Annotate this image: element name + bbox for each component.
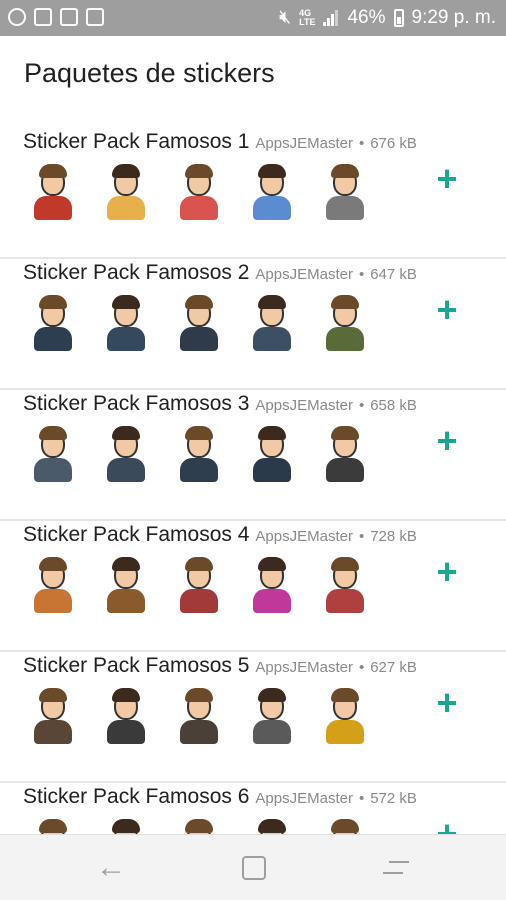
- pack-header: Sticker Pack Famosos 5 AppsJEMaster • 627 k…: [23, 654, 417, 678]
- pack-name: Sticker Pack Famosos 4: [23, 523, 250, 546]
- pack-publisher: AppsJEMaster: [255, 659, 353, 676]
- pack-name: Sticker Pack Famosos 6: [23, 785, 250, 808]
- pack-meta: AppsJEMaster • 647 kB: [255, 266, 417, 283]
- pack-name: Sticker Pack Famosos 3: [23, 392, 250, 415]
- add-pack-button[interactable]: +: [432, 554, 462, 590]
- sticker-preview-strip: [28, 424, 370, 482]
- pack-meta: AppsJEMaster • 572 kB: [255, 790, 417, 807]
- notification-icons: [8, 8, 104, 26]
- separator: •: [358, 135, 365, 152]
- sticker-thumbnail: [28, 686, 78, 744]
- sticker-pack-row[interactable]: Sticker Pack Famosos 2 AppsJEMaster • 647 k…: [0, 259, 506, 390]
- add-pack-button[interactable]: +: [432, 161, 462, 197]
- home-icon[interactable]: [242, 856, 266, 880]
- gallery-icon: [86, 8, 104, 26]
- sticker-thumbnail: [320, 686, 370, 744]
- pinterest-icon: [8, 8, 26, 26]
- recent-apps-icon[interactable]: [383, 855, 409, 881]
- pack-publisher: AppsJEMaster: [255, 135, 353, 152]
- sticker-pack-row[interactable]: Sticker Pack Famosos 4 AppsJEMaster • 728 k…: [0, 521, 506, 652]
- pack-publisher: AppsJEMaster: [255, 397, 353, 414]
- battery-percent: 46%: [347, 7, 386, 28]
- separator: •: [358, 528, 365, 545]
- sticker-thumbnail: [247, 162, 297, 220]
- signal-icon: [323, 10, 339, 26]
- network-type: 4G LTE: [299, 8, 316, 27]
- pack-header: Sticker Pack Famosos 6 AppsJEMaster • 572 k…: [23, 785, 417, 809]
- pack-meta: AppsJEMaster • 676 kB: [255, 135, 417, 152]
- sticker-thumbnail: [247, 293, 297, 351]
- sticker-thumbnail: [174, 293, 224, 351]
- pack-size: 627 kB: [370, 659, 417, 676]
- sticker-thumbnail: [174, 424, 224, 482]
- system-icons: 🔇︎ 4G LTE 46% 9:29 p. m.: [279, 7, 496, 29]
- separator: •: [358, 266, 365, 283]
- sticker-preview-strip: [28, 162, 370, 220]
- separator: •: [358, 659, 365, 676]
- pack-size: 728 kB: [370, 528, 417, 545]
- pack-size: 572 kB: [370, 790, 417, 807]
- sticker-thumbnail: [320, 293, 370, 351]
- pack-header: Sticker Pack Famosos 2 AppsJEMaster • 647 k…: [23, 261, 417, 285]
- sticker-thumbnail: [247, 424, 297, 482]
- pack-header: Sticker Pack Famosos 3 AppsJEMaster • 658 k…: [23, 392, 417, 416]
- translate-icon: [60, 8, 78, 26]
- mute-icon: 🔇︎: [279, 7, 292, 28]
- sticker-thumbnail: [174, 686, 224, 744]
- pack-size: 658 kB: [370, 397, 417, 414]
- sticker-thumbnail: [28, 162, 78, 220]
- sticker-preview-strip: [28, 555, 370, 613]
- pack-header: Sticker Pack Famosos 4 AppsJEMaster • 728 k…: [23, 523, 417, 547]
- pack-name: Sticker Pack Famosos 5: [23, 654, 250, 677]
- separator: •: [358, 397, 365, 414]
- sticker-thumbnail: [101, 555, 151, 613]
- add-pack-button[interactable]: +: [432, 292, 462, 328]
- clock: 9:29 p. m.: [411, 7, 497, 28]
- pack-publisher: AppsJEMaster: [255, 790, 353, 807]
- sticker-preview-strip: [28, 686, 370, 744]
- sticker-thumbnail: [101, 686, 151, 744]
- pack-name: Sticker Pack Famosos 1: [23, 130, 250, 153]
- pack-header: Sticker Pack Famosos 1 AppsJEMaster • 676 k…: [23, 130, 417, 154]
- add-pack-button[interactable]: +: [432, 423, 462, 459]
- navigation-bar: ←: [0, 834, 506, 900]
- sticker-thumbnail: [320, 424, 370, 482]
- pack-publisher: AppsJEMaster: [255, 528, 353, 545]
- pack-size: 676 kB: [370, 135, 417, 152]
- pack-meta: AppsJEMaster • 627 kB: [255, 659, 417, 676]
- sticker-thumbnail: [320, 555, 370, 613]
- sticker-thumbnail: [174, 162, 224, 220]
- sticker-thumbnail: [28, 555, 78, 613]
- pack-name: Sticker Pack Famosos 2: [23, 261, 250, 284]
- pack-meta: AppsJEMaster • 658 kB: [255, 397, 417, 414]
- back-icon[interactable]: ←: [96, 853, 126, 883]
- sticker-thumbnail: [28, 424, 78, 482]
- sticker-pack-row[interactable]: Sticker Pack Famosos 3 AppsJEMaster • 658 k…: [0, 390, 506, 521]
- pack-meta: AppsJEMaster • 728 kB: [255, 528, 417, 545]
- sticker-pack-row[interactable]: Sticker Pack Famosos 5 AppsJEMaster • 627 k…: [0, 652, 506, 783]
- pack-publisher: AppsJEMaster: [255, 266, 353, 283]
- page-title: Paquetes de stickers: [24, 58, 275, 88]
- sticker-thumbnail: [174, 555, 224, 613]
- battery-icon: [393, 9, 404, 27]
- sticker-thumbnail: [101, 162, 151, 220]
- add-pack-button[interactable]: +: [432, 685, 462, 721]
- sticker-pack-row[interactable]: Sticker Pack Famosos 1 AppsJEMaster • 676 k…: [0, 128, 506, 259]
- sticker-thumbnail: [247, 555, 297, 613]
- sticker-thumbnail: [28, 293, 78, 351]
- pack-size: 647 kB: [370, 266, 417, 283]
- sticker-thumbnail: [320, 162, 370, 220]
- sticker-thumbnail: [101, 424, 151, 482]
- sticker-preview-strip: [28, 293, 370, 351]
- sticker-thumbnail: [101, 293, 151, 351]
- wifi-icon: [34, 8, 52, 26]
- sticker-thumbnail: [247, 686, 297, 744]
- status-bar: 🔇︎ 4G LTE 46% 9:29 p. m.: [0, 0, 506, 36]
- separator: •: [358, 790, 365, 807]
